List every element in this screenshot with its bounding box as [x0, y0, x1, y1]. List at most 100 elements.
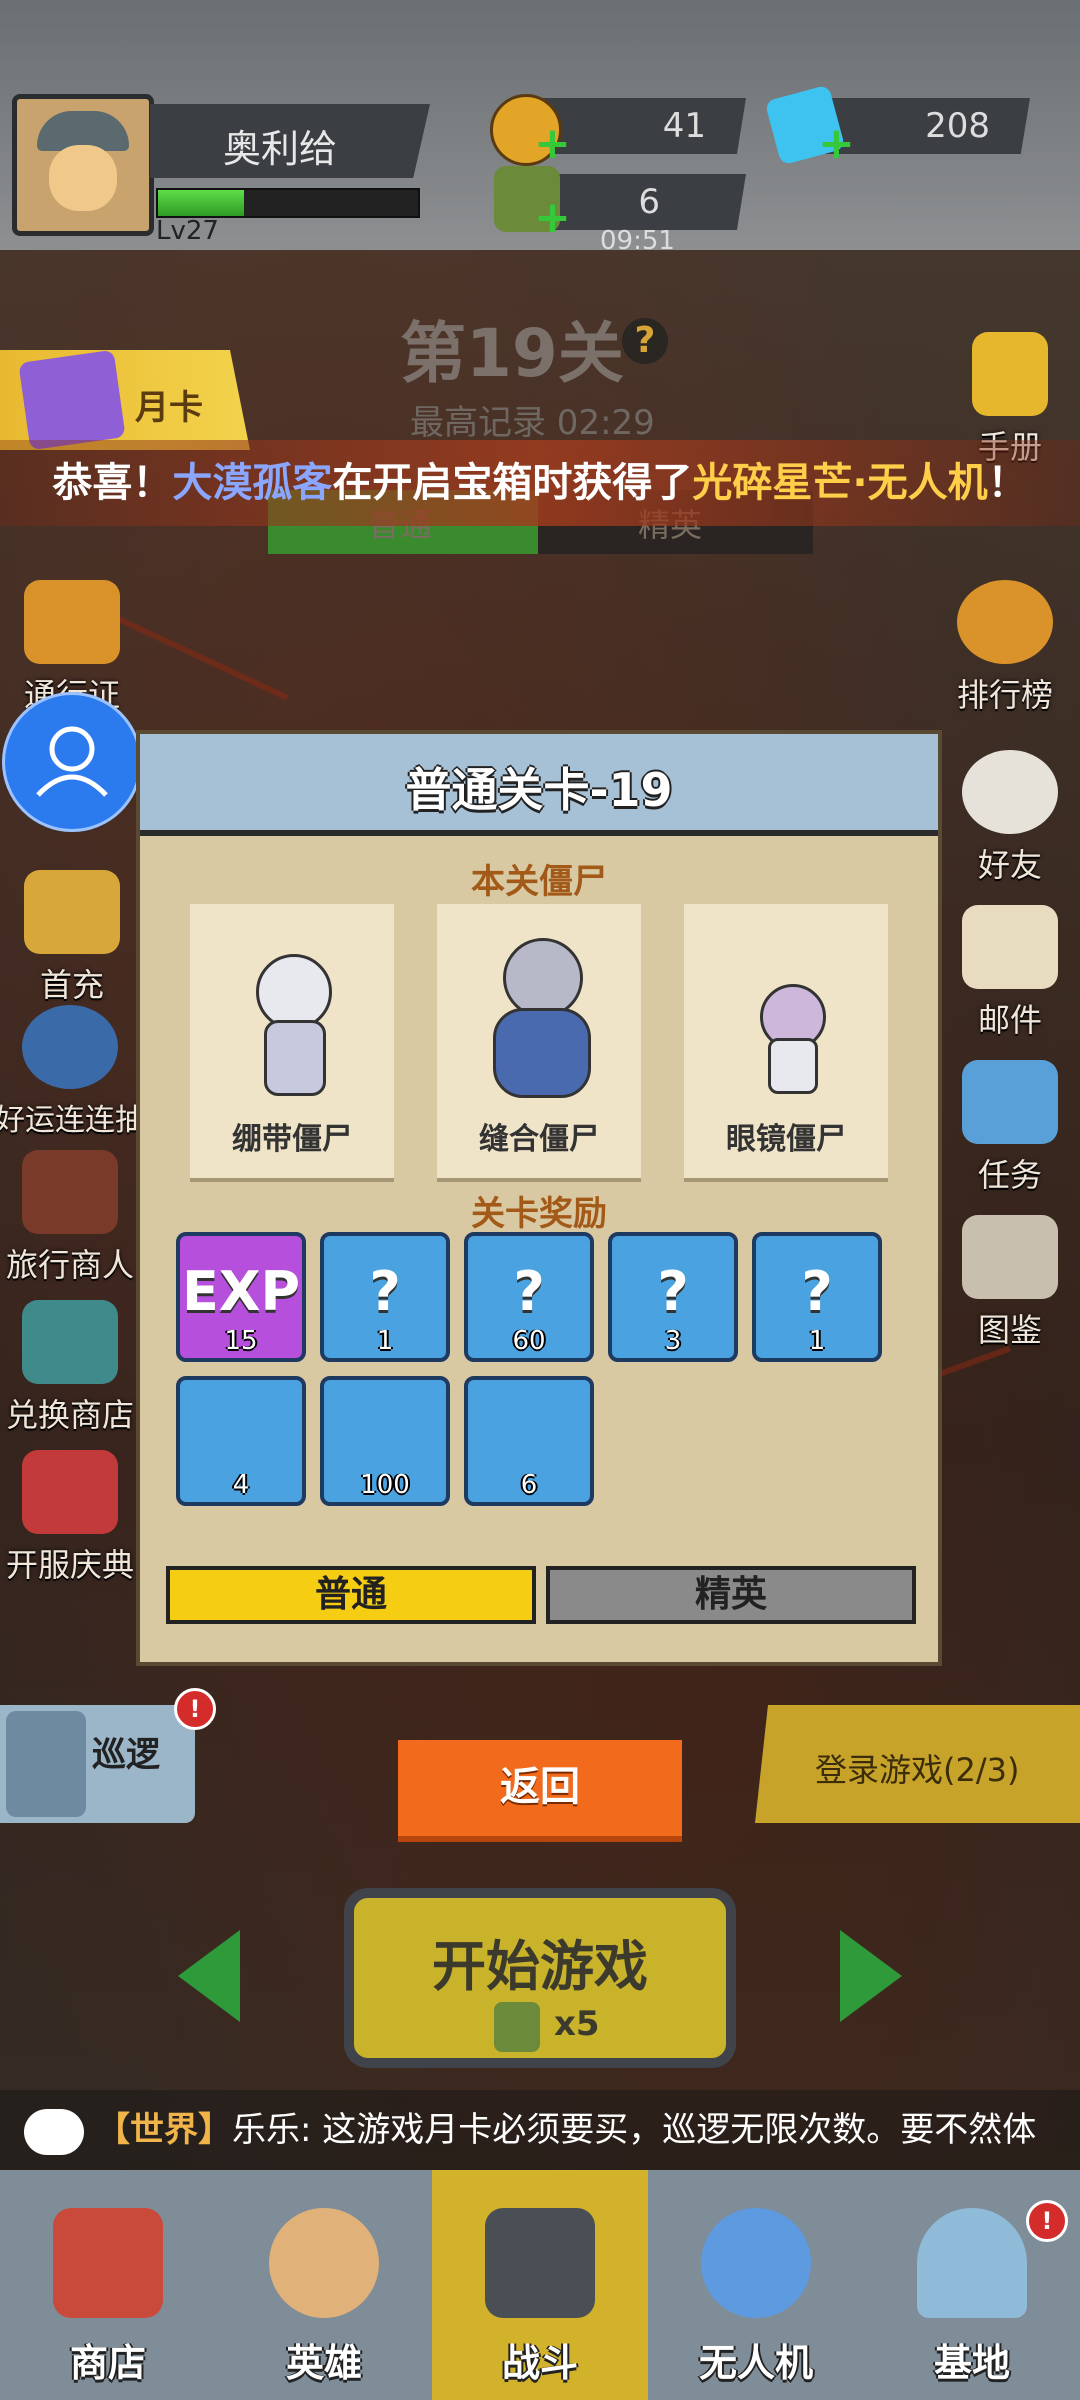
- ranking-label: 排行榜: [956, 676, 1053, 714]
- user-icon: [36, 726, 108, 797]
- wheel-icon: [22, 1005, 118, 1089]
- reward-count: 3: [664, 1326, 682, 1356]
- exchange-shop-button[interactable]: 兑换商店: [0, 1300, 140, 1436]
- reward-item[interactable]: 100: [320, 1376, 450, 1506]
- start-game-button[interactable]: 开始游戏 x5: [344, 1888, 736, 2068]
- monthly-card-label: 月卡: [135, 388, 203, 428]
- reward-item[interactable]: ? 60: [464, 1232, 594, 1362]
- mystery-gem-icon: ?: [801, 1260, 833, 1323]
- stage-info-modal: 普通关卡-19 本关僵尸 绷带僵尸 缝合僵尸 眼镜僵尸 关卡奖励 EXP 15? 1…: [140, 734, 938, 1662]
- reward-item[interactable]: ? 1: [752, 1232, 882, 1362]
- first-charge-label: 首充: [39, 966, 104, 1004]
- reward-item[interactable]: ? 1: [320, 1232, 450, 1362]
- announcement-player: 大漠孤客: [172, 460, 333, 506]
- reward-item[interactable]: 6: [464, 1376, 594, 1506]
- chat-channel: 【世界】: [96, 2110, 232, 2150]
- player-level: Lv27: [156, 216, 219, 246]
- reward-item[interactable]: 4: [176, 1376, 306, 1506]
- mail-label: 邮件: [977, 1001, 1042, 1039]
- friend-icon: [962, 750, 1058, 834]
- nav-drone[interactable]: 无人机: [648, 2170, 864, 2400]
- reward-item[interactable]: ? 3: [608, 1232, 738, 1362]
- rewards-section-title: 关卡奖励: [471, 1194, 607, 1234]
- nav-shop[interactable]: 商店: [0, 2170, 216, 2400]
- gem-count: 208: [925, 106, 990, 146]
- previous-stage-arrow-icon[interactable]: [178, 1930, 240, 2022]
- lucky-spin-button[interactable]: 好运连连抽: [0, 1005, 150, 1139]
- reward-count: 60: [512, 1326, 546, 1356]
- tab-elite[interactable]: 精英: [546, 1566, 916, 1624]
- treasure-chest-icon: [24, 870, 120, 954]
- nav-base-label: 基地: [933, 2341, 1010, 2385]
- zombie-card[interactable]: 缝合僵尸: [437, 904, 641, 1178]
- login-task-label: 登录游戏(2/3): [815, 1751, 1020, 1789]
- nav-heroes[interactable]: 英雄: [216, 2170, 432, 2400]
- stitched-zombie-icon: [473, 924, 605, 1104]
- return-button[interactable]: 返回: [398, 1740, 682, 1842]
- zombie-name: 眼镜僵尸: [726, 1122, 846, 1157]
- zombie-card[interactable]: 绷带僵尸: [190, 904, 394, 1178]
- mystery-scroll-icon: ?: [513, 1260, 545, 1323]
- add-gems-icon[interactable]: +: [818, 118, 855, 169]
- celebration-chest-icon: [22, 1450, 118, 1534]
- add-energy-icon[interactable]: +: [534, 192, 571, 243]
- mail-button[interactable]: 邮件: [940, 905, 1080, 1041]
- reward-item[interactable]: EXP 15: [176, 1232, 306, 1362]
- energy-timer: 09:51: [600, 226, 675, 256]
- chat-message: 乐乐: 这游戏月卡必须要买，巡逻无限次数。要不然体: [232, 2110, 1037, 2150]
- stage-title: 第19关: [400, 315, 624, 392]
- travel-merchant-button[interactable]: 旅行商人: [0, 1150, 140, 1286]
- zombie-card[interactable]: 眼镜僵尸: [684, 904, 888, 1178]
- exp-reward-icon: EXP: [181, 1260, 301, 1323]
- shop-stall-icon: [22, 1300, 118, 1384]
- nav-battle-label: 战斗: [501, 2341, 578, 2385]
- tasks-button[interactable]: 任务: [940, 1060, 1080, 1196]
- announcement-middle: 在开启宝箱时获得了: [332, 460, 693, 506]
- ranking-button[interactable]: 排行榜: [935, 580, 1075, 716]
- handbook-icon: [972, 332, 1048, 416]
- nav-heroes-label: 英雄: [285, 2341, 362, 2385]
- reward-count: 6: [520, 1470, 538, 1500]
- nav-shop-label: 商店: [69, 2341, 146, 2385]
- nav-battle[interactable]: 战斗: [432, 2170, 648, 2400]
- server-celebration-label: 开服庆典: [5, 1546, 134, 1584]
- friends-label: 好友: [977, 846, 1042, 884]
- world-chat-ticker[interactable]: 【世界】乐乐: 这游戏月卡必须要买，巡逻无限次数。要不然体: [0, 2090, 1080, 2170]
- stage-help-icon[interactable]: ?: [622, 318, 668, 364]
- login-task-button[interactable]: 登录游戏(2/3): [755, 1705, 1080, 1823]
- player-avatar[interactable]: [12, 94, 154, 236]
- reward-count: 15: [224, 1326, 258, 1356]
- patrol-button[interactable]: 巡逻: [0, 1705, 195, 1823]
- top-status-bar: 奥利给 Lv27 41 + 208 + 6 + 09:51: [0, 0, 1080, 256]
- friends-button[interactable]: 好友: [940, 750, 1080, 886]
- server-celebration-button[interactable]: 开服庆典: [0, 1450, 140, 1586]
- mystery-chest-icon: ?: [369, 1260, 401, 1323]
- tab-normal[interactable]: 普通: [166, 1566, 536, 1624]
- merchant-icon: [22, 1150, 118, 1234]
- zombie-name: 缝合僵尸: [479, 1122, 599, 1157]
- zombies-section-title: 本关僵尸: [471, 862, 607, 902]
- monthly-card-icon: [18, 350, 126, 450]
- mail-icon: [962, 905, 1058, 989]
- reward-count: 100: [360, 1470, 410, 1500]
- base-dome-icon: [917, 2208, 1027, 2318]
- patrol-alert-badge: !: [174, 1688, 216, 1730]
- patrol-label: 巡逻: [92, 1735, 160, 1775]
- codex-label: 图鉴: [977, 1311, 1042, 1349]
- next-stage-arrow-icon[interactable]: [840, 1930, 902, 2022]
- codex-icon: [962, 1215, 1058, 1299]
- bottom-navigation: 商店 英雄 战斗 无人机 基地 !: [0, 2170, 1080, 2400]
- start-game-cost: x5: [554, 2004, 600, 2044]
- first-charge-button[interactable]: 首充: [2, 870, 142, 1006]
- drone-icon: [701, 2208, 811, 2318]
- floating-profile-button[interactable]: [2, 692, 142, 832]
- energy-count: 6: [638, 182, 660, 222]
- tasks-label: 任务: [977, 1156, 1042, 1194]
- bandage-zombie-icon: [226, 924, 358, 1104]
- codex-button[interactable]: 图鉴: [940, 1215, 1080, 1351]
- energy-can-icon: [494, 2002, 540, 2052]
- monthly-card-button[interactable]: 月卡: [0, 350, 250, 450]
- add-coins-icon[interactable]: +: [534, 118, 571, 169]
- shop-icon: [53, 2208, 163, 2318]
- start-game-label: 开始游戏: [432, 1935, 648, 1998]
